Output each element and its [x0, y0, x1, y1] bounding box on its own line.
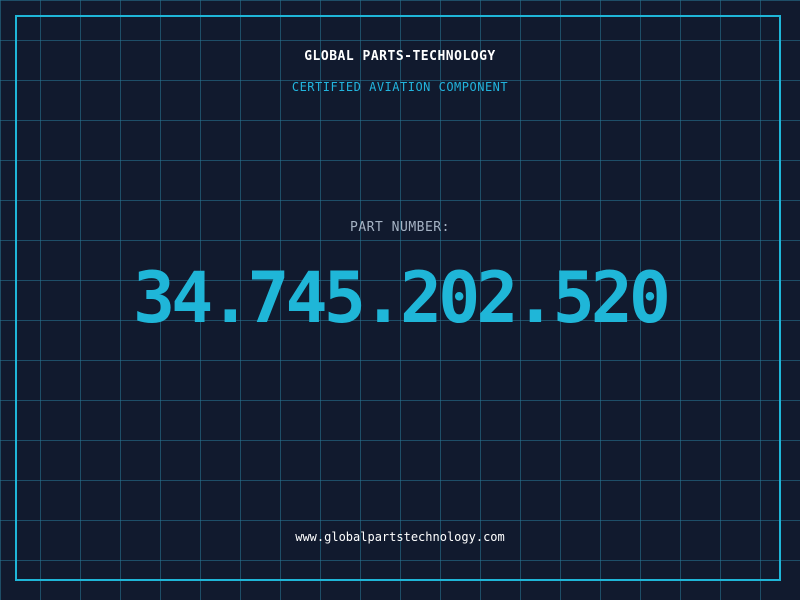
part-number-label: PART NUMBER: [350, 220, 450, 235]
part-number-value: 34.745.202.520 [132, 257, 671, 339]
website-url: www.globalpartstechnology.com [295, 530, 505, 544]
company-name: GLOBAL PARTS-TECHNOLOGY [304, 49, 496, 64]
certification-subtitle: CERTIFIED AVIATION COMPONENT [291, 80, 509, 94]
